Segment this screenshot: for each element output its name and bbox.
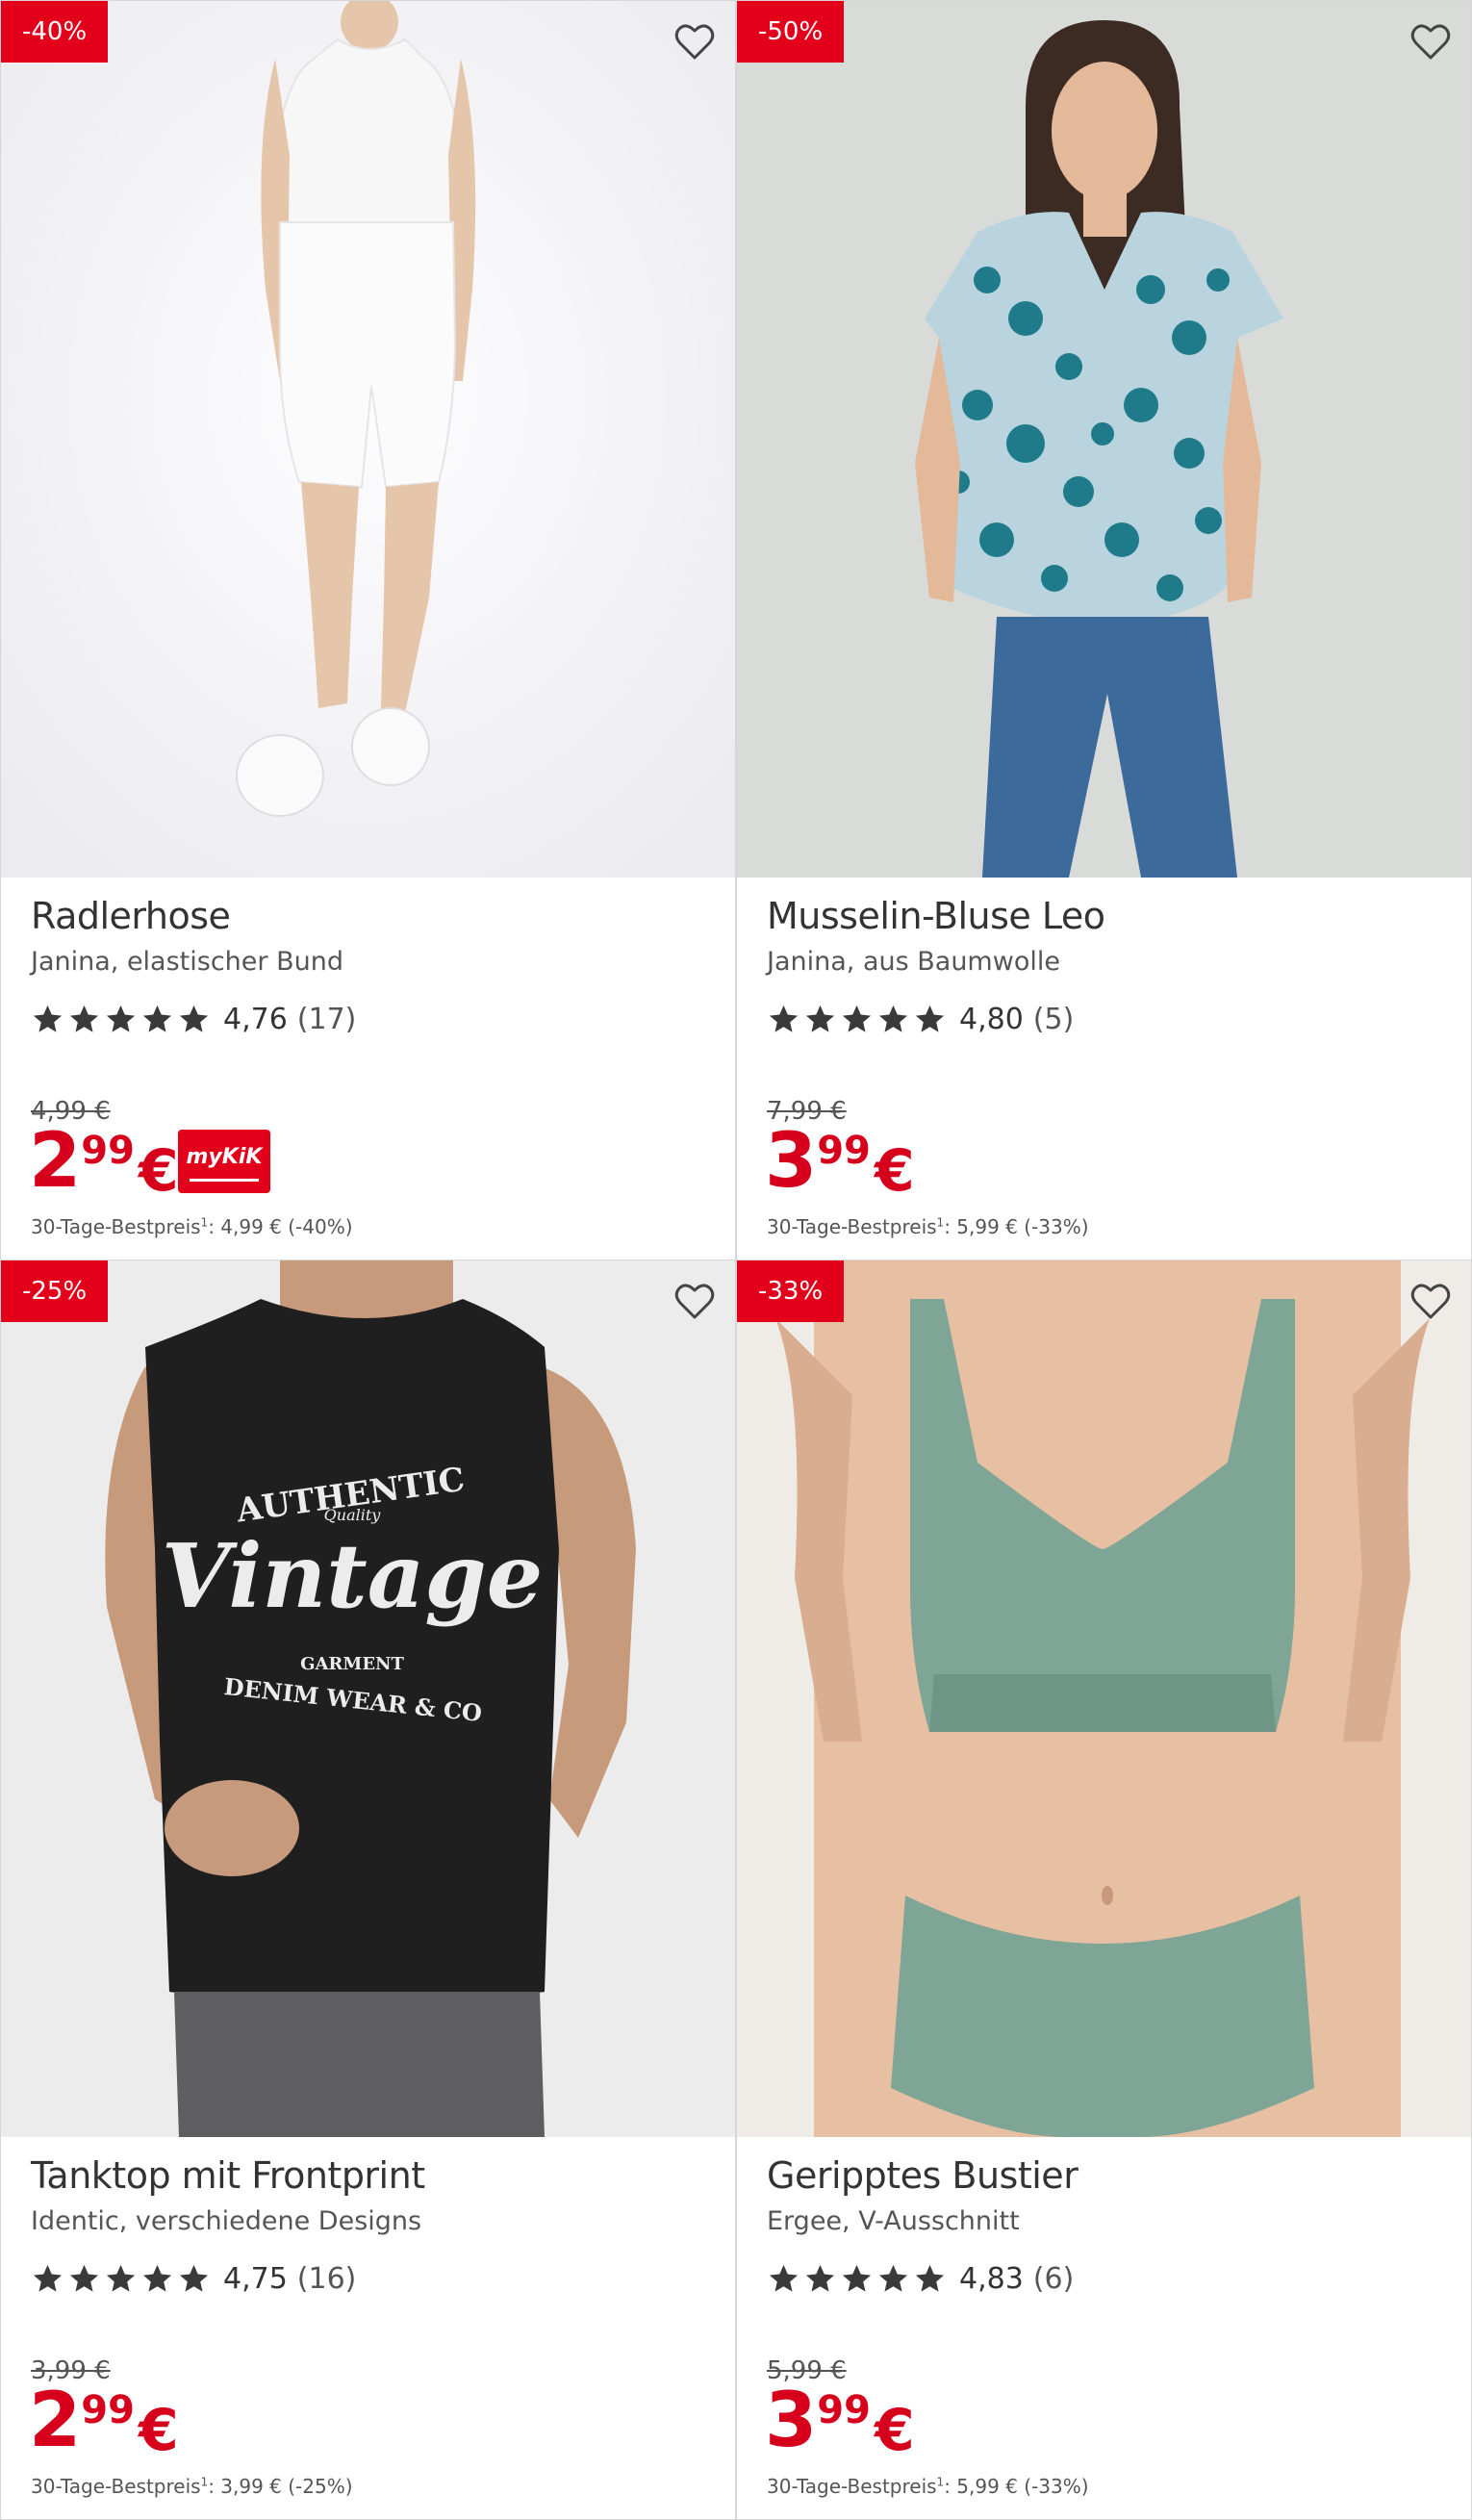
mykik-label: myKiK <box>186 1145 263 1169</box>
discount-badge: -50% <box>737 1 845 63</box>
product-info: Tanktop mit Frontprint Identic, verschie… <box>1 2137 735 2519</box>
rating-value: 4,76 <box>223 1002 288 1036</box>
heart-outline-icon[interactable] <box>1408 1278 1454 1324</box>
product-title[interactable]: Tanktop mit Frontprint <box>31 2154 425 2197</box>
discount-badge: -25% <box>1 1260 109 1322</box>
product-rating: 4,75 (16) <box>31 2257 356 2300</box>
price-currency: € <box>874 1137 915 1205</box>
star-filled-icon <box>878 1005 908 1032</box>
star-filled-icon <box>878 2264 908 2292</box>
price-euros: 3 <box>765 2378 818 2464</box>
best-price-value: : 3,99 € (-25%) <box>208 2475 353 2498</box>
best-price-note: 30-Tage-Bestpreis1: 5,99 € (-33%) <box>767 1215 1089 1238</box>
print-garment: GARMENT <box>300 1654 404 1674</box>
best-price-note: 30-Tage-Bestpreis1: 3,99 € (-25%) <box>31 2475 353 2498</box>
product-card[interactable]: AUTHENTIC Quality Vintage GARMENT DENIM … <box>0 1260 736 2520</box>
rating-value: 4,80 <box>959 1002 1024 1036</box>
price-cents: 99 <box>81 2388 135 2432</box>
heart-outline-icon[interactable] <box>672 18 718 64</box>
product-image[interactable]: AUTHENTIC Quality Vintage GARMENT DENIM … <box>1 1260 735 2137</box>
rating-value: 4,83 <box>959 2261 1024 2296</box>
discount-badge: -33% <box>737 1260 845 1322</box>
price-currency: € <box>138 2397 179 2464</box>
best-price-label: 30-Tage-Bestpreis <box>767 2475 937 2498</box>
product-info: Musselin-Bluse Leo Janina, aus Baumwolle… <box>737 878 1471 1260</box>
product-card[interactable]: -50% Musselin-Bluse Leo Janina, aus Baum… <box>736 0 1472 1260</box>
price-currency: € <box>874 2397 915 2464</box>
star-filled-icon <box>805 1005 835 1032</box>
product-card[interactable]: -40% Radlerhose Janina, elastischer Bund… <box>0 0 736 1260</box>
best-price-note: 30-Tage-Bestpreis1: 5,99 € (-33%) <box>767 2475 1089 2498</box>
best-price-value: : 5,99 € (-33%) <box>944 2475 1089 2498</box>
product-title[interactable]: Geripptes Bustier <box>767 2154 1079 2197</box>
price-cents: 99 <box>817 2388 871 2432</box>
product-rating: 4,80 (5) <box>767 998 1074 1040</box>
star-filled-icon <box>142 2264 172 2292</box>
rating-count: (17) <box>296 1002 357 1036</box>
product-subtitle: Ergee, V-Ausschnitt <box>767 2206 1020 2236</box>
product-title[interactable]: Radlerhose <box>31 895 231 937</box>
best-price-label: 30-Tage-Bestpreis <box>767 1215 937 1238</box>
product-title[interactable]: Musselin-Bluse Leo <box>767 895 1105 937</box>
current-price: 3 99 € <box>765 1123 915 1200</box>
star-filled-icon <box>769 2264 799 2292</box>
best-price-label: 30-Tage-Bestpreis <box>31 1215 201 1238</box>
star-filled-icon <box>179 2264 209 2292</box>
star-filled-icon <box>33 2264 63 2292</box>
best-price-note: 30-Tage-Bestpreis1: 4,99 € (-40%) <box>31 1215 353 1238</box>
star-filled-icon <box>106 1005 136 1032</box>
star-filled-icon <box>915 2264 945 2292</box>
star-filled-icon <box>69 2264 99 2292</box>
product-rating: 4,76 (17) <box>31 998 356 1040</box>
star-filled-icon <box>769 1005 799 1032</box>
product-subtitle: Identic, verschiedene Designs <box>31 2206 422 2236</box>
mykik-underline <box>190 1179 259 1182</box>
star-filled-icon <box>915 1005 945 1032</box>
print-vintage: Vintage <box>162 1524 544 1628</box>
product-image[interactable] <box>737 1 1471 878</box>
heart-outline-icon[interactable] <box>1408 18 1454 64</box>
best-price-value: : 5,99 € (-33%) <box>944 1215 1089 1238</box>
product-subtitle: Janina, elastischer Bund <box>31 947 343 977</box>
current-price: 2 99 € <box>29 1123 179 1200</box>
best-price-value: : 4,99 € (-40%) <box>208 1215 353 1238</box>
star-filled-icon <box>805 2264 835 2292</box>
product-grid: -40% Radlerhose Janina, elastischer Bund… <box>0 0 1472 2520</box>
heart-outline-icon[interactable] <box>672 1278 718 1324</box>
price-euros: 2 <box>29 2378 82 2464</box>
price-cents: 99 <box>817 1129 871 1173</box>
best-price-label: 30-Tage-Bestpreis <box>31 2475 201 2498</box>
discount-badge: -40% <box>1 1 109 63</box>
product-info: Geripptes Bustier Ergee, V-Ausschnitt 4,… <box>737 2137 1471 2519</box>
rating-value: 4,75 <box>223 2261 288 2296</box>
current-price: 2 99 € <box>29 2382 179 2459</box>
product-image[interactable] <box>737 1260 1471 2137</box>
star-filled-icon <box>69 1005 99 1032</box>
current-price: 3 99 € <box>765 2382 915 2459</box>
print-quality: Quality <box>324 1506 382 1524</box>
star-filled-icon <box>179 1005 209 1032</box>
product-rating: 4,83 (6) <box>767 2257 1074 2300</box>
star-filled-icon <box>33 1005 63 1032</box>
star-filled-icon <box>842 1005 872 1032</box>
product-subtitle: Janina, aus Baumwolle <box>767 947 1060 977</box>
product-info: Radlerhose Janina, elastischer Bund 4,76… <box>1 878 735 1260</box>
rating-count: (6) <box>1032 2261 1075 2296</box>
star-filled-icon <box>142 1005 172 1032</box>
price-euros: 2 <box>29 1118 82 1205</box>
price-cents: 99 <box>81 1129 135 1173</box>
price-currency: € <box>138 1137 179 1205</box>
star-filled-icon <box>106 2264 136 2292</box>
star-filled-icon <box>842 2264 872 2292</box>
mykik-badge: myKiK <box>178 1130 270 1193</box>
product-image[interactable] <box>1 1 735 878</box>
rating-count: (5) <box>1032 1002 1075 1036</box>
product-card[interactable]: -33% Geripptes Bustier Ergee, V-Ausschni… <box>736 1260 1472 2520</box>
price-euros: 3 <box>765 1118 818 1205</box>
rating-count: (16) <box>296 2261 357 2296</box>
